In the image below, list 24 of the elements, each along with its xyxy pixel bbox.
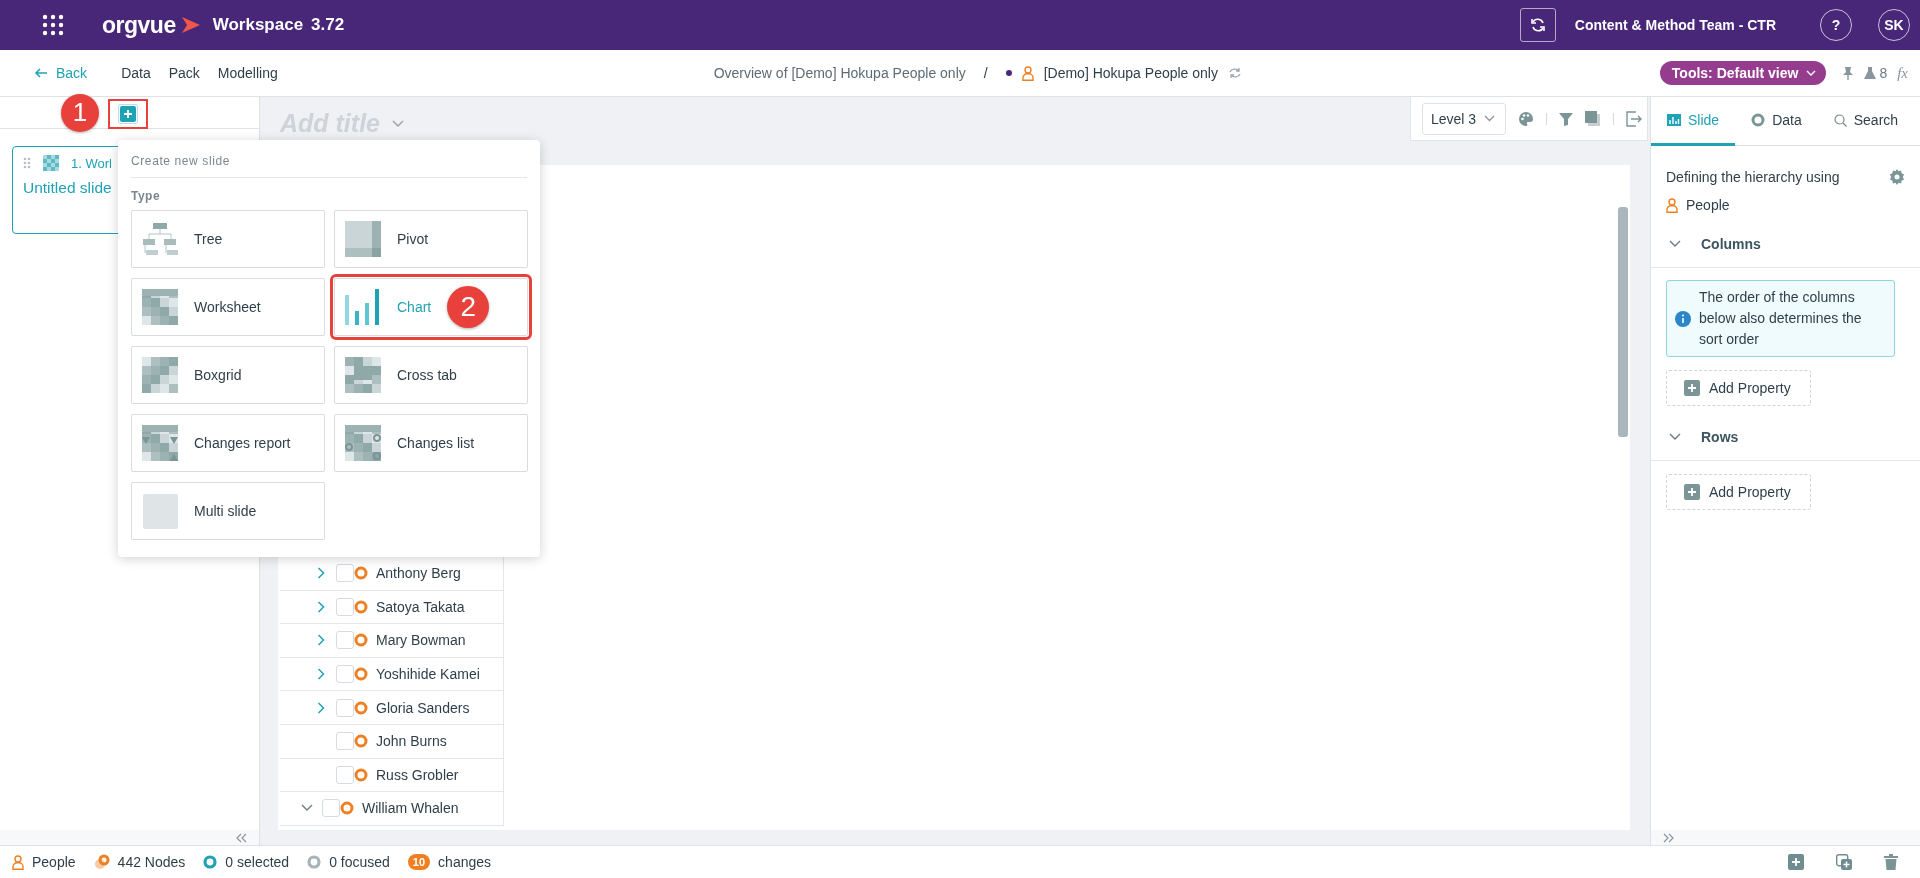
changes-count: 10 bbox=[407, 854, 431, 870]
info-text: The order of the columns below also determines the sort order bbox=[1699, 288, 1863, 349]
hierarchy-source: People bbox=[1686, 197, 1730, 213]
breadcrumb-separator: / bbox=[983, 65, 988, 81]
flask-count: 8 bbox=[1879, 65, 1888, 81]
slide-title: Untitled slide bbox=[23, 179, 112, 197]
app-logo: orgvue bbox=[102, 11, 201, 39]
version-number: 3.72 bbox=[311, 15, 345, 35]
step-marker: 1 bbox=[61, 93, 99, 132]
section-title: Rows bbox=[1701, 429, 1739, 445]
section-title: Columns bbox=[1701, 236, 1761, 252]
dataset-name: [Demo] Hokupa People only bbox=[1043, 65, 1218, 81]
step-marker: 2 bbox=[447, 286, 490, 328]
status-label: 0 selected bbox=[225, 854, 290, 870]
status-label: 0 focused bbox=[329, 854, 390, 870]
status-label: People bbox=[32, 854, 76, 870]
slide-heading: 1. Worl bbox=[71, 155, 112, 171]
menu-heading: Create new slide bbox=[131, 154, 527, 178]
status-label: 442 Nodes bbox=[117, 854, 186, 870]
product-name: Workspace bbox=[212, 15, 304, 35]
status-label: changes bbox=[438, 854, 492, 870]
hierarchy-label: Defining the hierarchy using bbox=[1666, 169, 1840, 185]
section-label: Type bbox=[131, 189, 162, 203]
team-name: Content & Method Team - CTR bbox=[1574, 17, 1776, 33]
